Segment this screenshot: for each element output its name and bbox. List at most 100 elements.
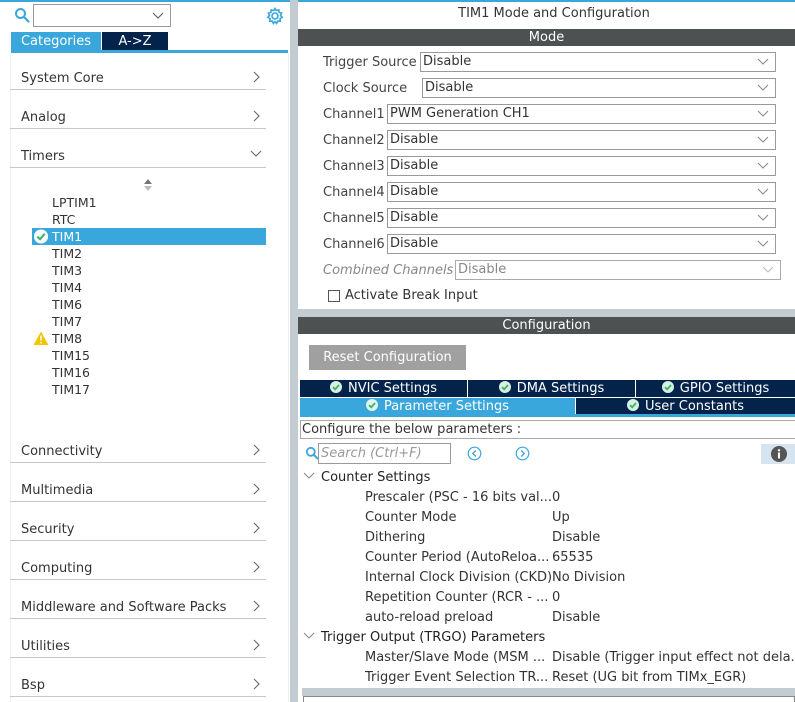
tab-dma-settings[interactable]: DMA Settings	[468, 380, 635, 397]
param-value[interactable]: 0	[552, 490, 795, 505]
param-name: Counter Period (AutoReloa...	[365, 550, 550, 565]
top-accent-line	[298, 0, 795, 2]
param-name: Repetition Counter (RCR - ...	[365, 590, 549, 605]
timer-item-tim15[interactable]: TIM15	[32, 347, 266, 364]
right-panel: TIM1 Mode and Configuration Mode Trigger…	[298, 0, 795, 702]
field-label: Channel6	[323, 237, 385, 252]
category-utilities[interactable]: Utilities	[10, 628, 266, 658]
gear-icon[interactable]	[266, 7, 284, 25]
field-label: Channel5	[323, 211, 385, 226]
param-value[interactable]: 65535	[552, 550, 795, 565]
tab-gpio-settings[interactable]: GPIO Settings	[636, 380, 795, 397]
timer-label: TIM17	[52, 382, 91, 397]
category-search-input[interactable]	[33, 4, 171, 27]
timer-label: TIM7	[52, 314, 83, 329]
previous-result-icon[interactable]	[467, 446, 482, 461]
param-value[interactable]: Disable (Trigger input effect not dela..…	[552, 650, 795, 665]
description-splitter[interactable]	[302, 688, 795, 696]
param-row[interactable]: auto-reload preload Disable	[365, 610, 795, 630]
param-row[interactable]: Master/Slave Mode (MSM ... Disable (Trigg…	[365, 650, 795, 670]
param-value[interactable]: 0	[552, 590, 795, 605]
param-row[interactable]: Counter Period (AutoReloa... 65535	[365, 550, 795, 570]
channel1-select[interactable]: PWM Generation CH1	[387, 104, 776, 124]
tab-nvic-settings[interactable]: NVIC Settings	[300, 380, 467, 397]
param-value[interactable]: Up	[552, 510, 795, 525]
channel2-select[interactable]: Disable	[387, 130, 776, 150]
param-row[interactable]: Counter Mode Up	[365, 510, 795, 530]
param-value[interactable]: Reset (UG bit from TIMx_EGR)	[552, 670, 795, 685]
param-row[interactable]: Internal Clock Division (CKD) No Division	[365, 570, 795, 590]
timer-item-lptim1[interactable]: LPTIM1	[32, 194, 266, 211]
group-trigger-output[interactable]: Trigger Output (TRGO) Parameters	[303, 630, 545, 650]
param-row[interactable]: Dithering Disable	[365, 530, 795, 550]
category-middleware[interactable]: Middleware and Software Packs	[10, 589, 266, 619]
check-circle-icon	[330, 381, 342, 393]
check-circle-icon	[365, 399, 378, 411]
trigger-source-select[interactable]: Disable	[420, 52, 776, 72]
category-security[interactable]: Security	[10, 511, 266, 541]
timer-item-tim8[interactable]: TIM8	[32, 330, 266, 347]
category-connectivity[interactable]: Connectivity	[10, 433, 266, 463]
field-channel1: Channel1 PWM Generation CH1	[298, 104, 795, 126]
param-row[interactable]: Prescaler (PSC - 16 bits val... 0	[365, 490, 795, 510]
category-system-core[interactable]: System Core	[10, 60, 266, 90]
reset-configuration-button[interactable]: Reset Configuration	[309, 345, 466, 370]
activate-break-input-checkbox[interactable]	[328, 290, 340, 302]
category-label: Middleware and Software Packs	[21, 600, 227, 615]
sort-icon[interactable]	[144, 179, 152, 191]
configuration-header: Configuration	[298, 317, 795, 334]
field-channel5: Channel5 Disable	[298, 208, 795, 230]
tabs-underline	[300, 414, 795, 417]
mode-header: Mode	[298, 29, 795, 46]
chevron-right-icon	[253, 483, 260, 495]
channel5-select[interactable]: Disable	[387, 208, 776, 228]
tab-categories[interactable]: Categories	[11, 32, 101, 51]
timer-item-rtc[interactable]: RTC	[32, 211, 266, 228]
timer-label: TIM16	[52, 365, 91, 380]
tab-label: DMA Settings	[516, 381, 605, 396]
category-multimedia[interactable]: Multimedia	[10, 472, 266, 502]
category-label: System Core	[21, 71, 104, 86]
category-analog[interactable]: Analog	[10, 99, 266, 129]
channel4-select[interactable]: Disable	[387, 182, 776, 202]
category-computing[interactable]: Computing	[10, 550, 266, 580]
panel-splitter[interactable]	[290, 0, 298, 702]
param-value[interactable]: Disable	[552, 530, 795, 545]
timer-item-tim6[interactable]: TIM6	[32, 296, 266, 313]
channel6-select[interactable]: Disable	[387, 234, 776, 254]
timer-item-tim2[interactable]: TIM2	[32, 245, 266, 262]
category-label: Bsp	[21, 678, 45, 693]
param-name: Prescaler (PSC - 16 bits val...	[365, 490, 553, 505]
category-label: Connectivity	[21, 444, 103, 459]
param-value[interactable]: No Division	[552, 570, 795, 585]
param-value[interactable]: Disable	[552, 610, 795, 625]
category-label: Timers	[21, 149, 65, 164]
info-button[interactable]	[761, 444, 795, 464]
field-label: Trigger Source	[323, 55, 417, 70]
left-panel: Categories A->Z System Core Analog Timer…	[0, 0, 290, 702]
category-bsp[interactable]: Bsp	[10, 667, 266, 697]
timer-item-tim4[interactable]: TIM4	[32, 279, 266, 296]
channel3-select[interactable]: Disable	[387, 156, 776, 176]
parameter-search-input[interactable]: Search (Ctrl+F)	[318, 443, 451, 464]
combined-channels-select: Disable	[455, 260, 781, 280]
chevron-down-icon	[757, 162, 769, 169]
tab-user-constants[interactable]: User Constants	[576, 398, 795, 415]
tab-a-to-z[interactable]: A->Z	[102, 32, 168, 51]
timer-item-tim16[interactable]: TIM16	[32, 364, 266, 381]
timer-label: TIM2	[52, 246, 83, 261]
category-timers[interactable]: Timers	[10, 138, 266, 168]
chevron-down-icon	[757, 58, 769, 65]
param-row[interactable]: Trigger Event Selection TR... Reset (UG b…	[365, 670, 795, 690]
chevron-down-icon[interactable]	[152, 9, 164, 21]
clock-source-select[interactable]: Disable	[422, 78, 776, 98]
timer-item-tim1[interactable]: TIM1	[32, 228, 266, 245]
group-counter-settings[interactable]: Counter Settings	[303, 470, 430, 490]
timer-item-tim17[interactable]: TIM17	[32, 381, 266, 398]
param-row[interactable]: Repetition Counter (RCR - ... 0	[365, 590, 795, 610]
next-result-icon[interactable]	[515, 446, 530, 461]
search-icon[interactable]	[14, 7, 30, 23]
timer-item-tim7[interactable]: TIM7	[32, 313, 266, 330]
select-value: Disable	[390, 158, 439, 173]
timer-item-tim3[interactable]: TIM3	[32, 262, 266, 279]
